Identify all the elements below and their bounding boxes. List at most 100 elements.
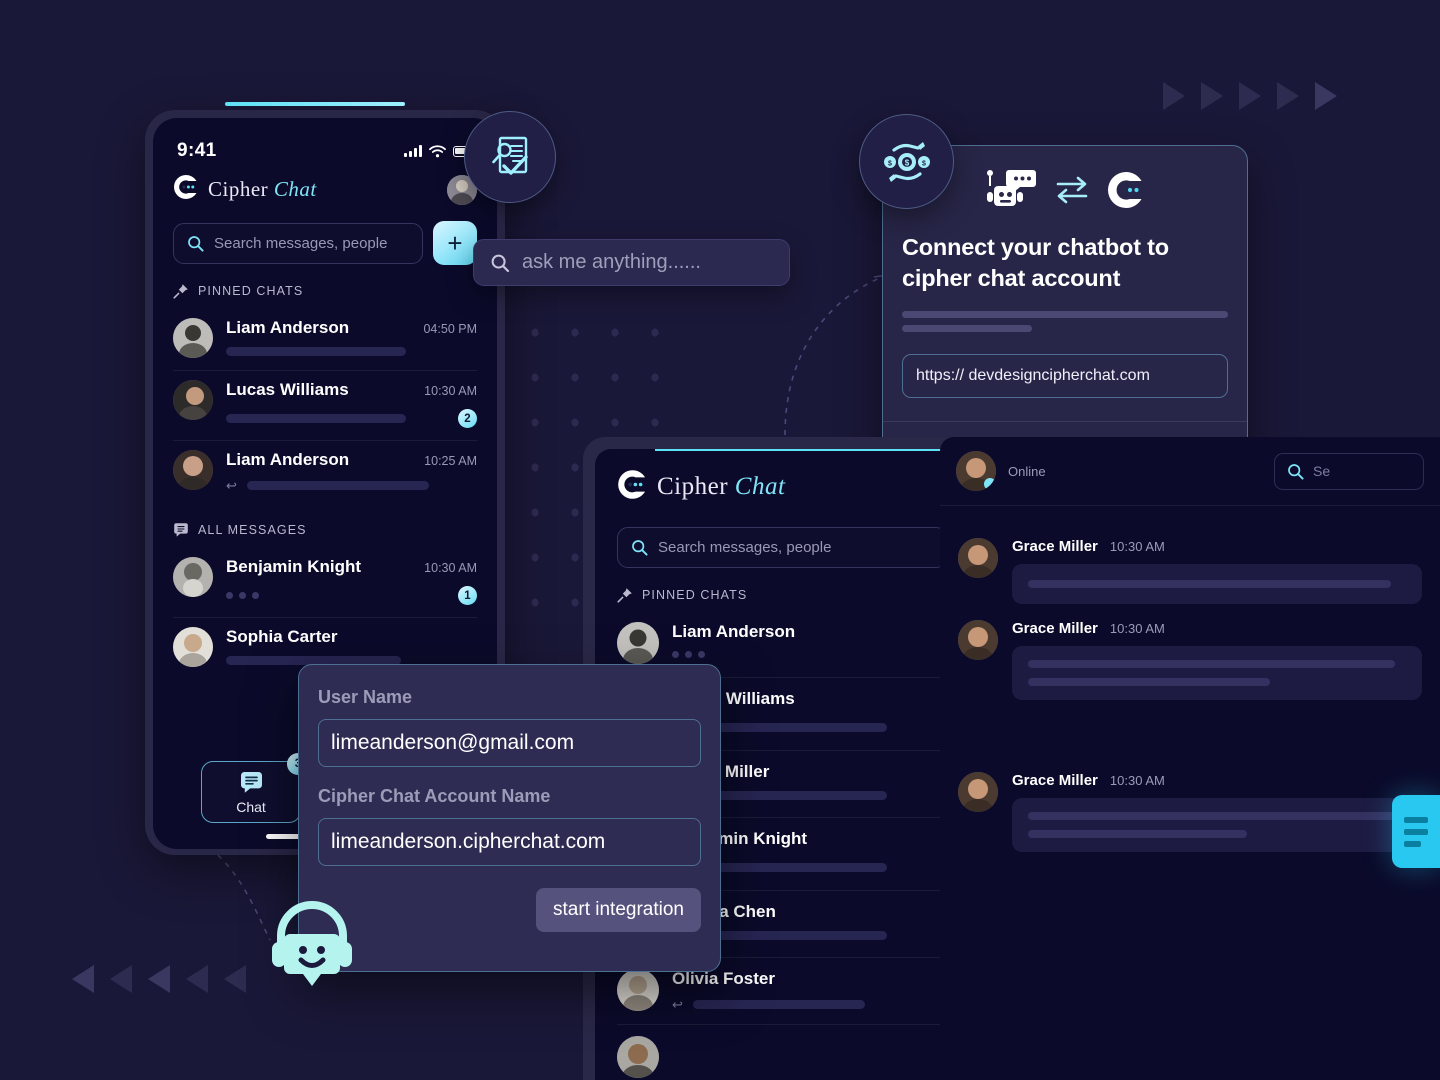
arrow-left-icon xyxy=(224,965,246,993)
ask-anything-placeholder: ask me anything...... xyxy=(522,251,701,273)
chat-time: 10:25 AM xyxy=(424,454,477,468)
chat-bubble-icon xyxy=(240,771,262,793)
avatar xyxy=(956,451,996,491)
decorative-arrows-left xyxy=(72,965,246,993)
message-sender: Grace Miller xyxy=(1012,772,1098,789)
brand-cipher: Cipher xyxy=(208,177,269,201)
side-panel-toggle-button[interactable] xyxy=(1392,795,1440,868)
tab-chat[interactable]: 3 Chat xyxy=(201,753,309,823)
connect-card-placeholder-text xyxy=(902,311,1228,333)
account-field-group: Cipher Chat Account Name limeanderson.ci… xyxy=(318,786,701,866)
pin-icon xyxy=(173,284,188,299)
unread-badge: 2 xyxy=(458,409,477,428)
message-body: Grace Miller 10:30 AM xyxy=(1012,772,1422,852)
conversation-pane: Online Se Grace Miller 10:30 AM Grace Mi… xyxy=(940,437,1440,1080)
start-integration-button[interactable]: start integration xyxy=(536,888,701,932)
chatbot-mascot[interactable] xyxy=(268,900,356,998)
section-header-all: ALL MESSAGES xyxy=(153,504,497,548)
cipher-chat-logo-icon xyxy=(617,469,648,505)
account-input[interactable]: limeanderson.cipherchat.com xyxy=(318,818,701,866)
message-time: 10:30 AM xyxy=(1109,773,1165,788)
chat-name: Benjamin Knight xyxy=(226,557,362,576)
chatbot-url-input[interactable]: https:// devdesigncipherchat.com xyxy=(902,354,1228,399)
screenshot-stage: 9:41 Cipher Chat Search messages, people… xyxy=(0,0,1440,1080)
search-icon xyxy=(632,539,648,556)
conversation-contact-meta: Online xyxy=(1008,464,1046,479)
chat-item-top: Liam Anderson 10:25 AM xyxy=(226,450,477,470)
money-exchange-badge[interactable]: $ $ $ xyxy=(859,114,954,209)
exchange-arrows-icon xyxy=(1056,176,1088,204)
preview-placeholder-bar xyxy=(226,347,406,356)
status-time: 9:41 xyxy=(177,140,217,161)
conversation-search-input[interactable]: Se xyxy=(1274,452,1424,490)
chat-time: 04:50 PM xyxy=(423,322,477,336)
online-status-dot xyxy=(984,478,996,490)
chat-item-top: Lucas Williams 10:30 AM xyxy=(226,380,477,400)
avatar xyxy=(617,622,659,664)
chat-name: Liam Anderson xyxy=(226,318,350,337)
arrow-left-icon xyxy=(148,965,170,993)
list-menu-icon xyxy=(1404,840,1421,847)
chat-time: 10:30 AM xyxy=(424,384,477,398)
tab-label: Chat xyxy=(236,798,266,815)
conversation-search-placeholder: Se xyxy=(1313,463,1331,479)
username-field-group: User Name limeanderson@gmail.com xyxy=(318,687,701,767)
typing-indicator xyxy=(226,592,259,599)
message-body: Grace Miller 10:30 AM xyxy=(1012,538,1422,604)
message-sender: Grace Miller xyxy=(1012,620,1098,637)
section-label: PINNED CHATS xyxy=(198,284,304,298)
message-body: Grace Miller 10:30 AM xyxy=(1012,620,1422,700)
preview-placeholder-bar xyxy=(246,481,429,490)
ask-anything-input[interactable]: ask me anything...... xyxy=(473,239,790,286)
svg-text:$: $ xyxy=(888,160,892,167)
chat-item-body: Benjamin Knight 10:30 AM 1 xyxy=(226,557,477,605)
section-label: PINNED CHATS xyxy=(642,588,748,602)
arrow-right-icon xyxy=(1163,82,1185,110)
arrow-right-icon xyxy=(1201,82,1223,110)
section-label: ALL MESSAGES xyxy=(198,523,307,537)
document-search-badge[interactable] xyxy=(464,111,556,203)
conversation-contact: Online xyxy=(956,451,1046,491)
desktop-top-accent xyxy=(655,449,955,451)
pinned-chat-list: Liam Anderson 04:50 PM Lucas Williams 10… xyxy=(153,309,497,504)
phone-search-row: Search messages, people + xyxy=(153,205,497,265)
typing-indicator xyxy=(672,651,705,658)
add-chat-button[interactable]: + xyxy=(433,221,477,265)
chat-list-item[interactable]: Liam Anderson 10:25 AM ↩ xyxy=(173,441,477,504)
chat-item-top: Benjamin Knight 10:30 AM xyxy=(226,557,477,577)
all-messages-list: Benjamin Knight 10:30 AM 1 Sophia Carter xyxy=(153,548,497,679)
messages-icon xyxy=(174,523,188,537)
chat-name: Olivia Foster xyxy=(672,969,775,988)
wifi-icon xyxy=(429,144,446,157)
brand-text: Cipher Chat xyxy=(657,473,785,501)
decorative-arrows-right xyxy=(1163,82,1337,110)
list-menu-icon xyxy=(1404,828,1428,835)
username-input[interactable]: limeanderson@gmail.com xyxy=(318,719,701,767)
chat-item-body: Lucas Williams 10:30 AM 2 xyxy=(226,380,477,428)
avatar xyxy=(617,1036,659,1078)
status-bar: 9:41 xyxy=(153,118,497,168)
phone-header: Cipher Chat xyxy=(153,168,497,205)
search-input[interactable]: Search messages, people xyxy=(617,526,947,568)
avatar xyxy=(173,318,213,358)
chat-item-top: Sophia Carter xyxy=(226,627,477,647)
message-time: 10:30 AM xyxy=(1109,621,1165,636)
search-input[interactable]: Search messages, people xyxy=(173,222,423,264)
arrow-left-icon xyxy=(72,965,94,993)
chat-item-preview xyxy=(226,347,477,356)
chat-list-item[interactable]: Lucas Williams 10:30 AM 2 xyxy=(173,371,477,441)
chat-list-item[interactable]: Liam Anderson 04:50 PM xyxy=(173,309,477,371)
brand-text: Cipher Chat xyxy=(208,177,317,202)
list-menu-icon xyxy=(1404,816,1428,823)
cellular-bars-icon xyxy=(404,145,422,157)
message-sender: Grace Miller xyxy=(1012,538,1098,555)
message-bubble xyxy=(1012,564,1422,604)
chat-item-body: Liam Anderson 04:50 PM xyxy=(226,318,477,356)
arrow-left-icon xyxy=(186,965,208,993)
brand-chat: Chat xyxy=(273,177,317,201)
search-placeholder: Search messages, people xyxy=(214,234,388,252)
conversation-status: Online xyxy=(1008,463,1046,479)
cipher-chat-logo-icon xyxy=(173,174,199,205)
chat-list-item[interactable]: Benjamin Knight 10:30 AM 1 xyxy=(173,548,477,618)
avatar xyxy=(173,557,213,597)
